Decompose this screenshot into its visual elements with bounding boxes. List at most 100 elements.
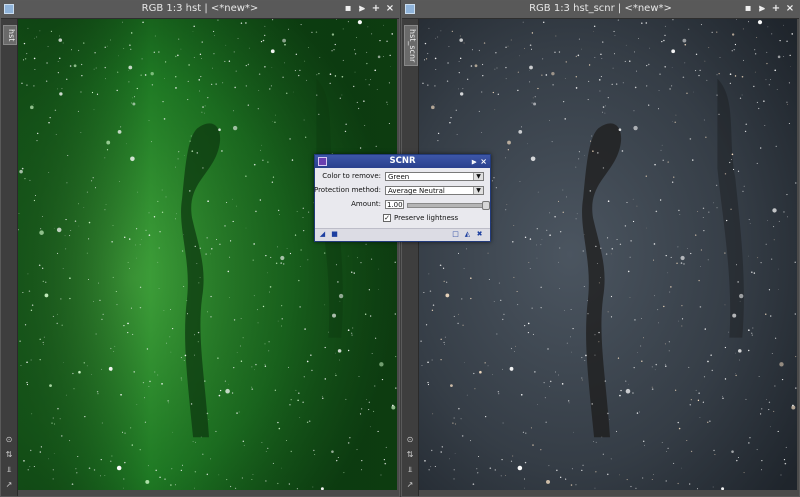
- star: [365, 79, 367, 81]
- star: [376, 89, 378, 90]
- stf-icon[interactable]: ↗: [4, 480, 14, 490]
- maximize-button[interactable]: +: [770, 2, 782, 16]
- star: [524, 236, 527, 238]
- star: [559, 476, 562, 479]
- star: [194, 471, 197, 473]
- star: [45, 80, 48, 82]
- browse-documentation-icon[interactable]: □: [452, 231, 459, 238]
- image-canvas-green[interactable]: [18, 19, 397, 490]
- star: [591, 403, 593, 405]
- star: [270, 85, 272, 87]
- star: [613, 30, 615, 33]
- star: [154, 371, 156, 373]
- star: [444, 336, 446, 338]
- swap-icon[interactable]: ⇅: [405, 450, 415, 460]
- star: [145, 479, 150, 484]
- amount-slider[interactable]: [407, 201, 490, 210]
- star: [243, 444, 245, 446]
- star: [614, 35, 616, 36]
- star: [39, 451, 41, 453]
- star: [462, 88, 464, 90]
- star: [58, 35, 60, 37]
- star: [199, 247, 201, 249]
- dialog-titlebar[interactable]: SCNR ⫸ ×: [315, 155, 490, 168]
- mask-icon[interactable]: ⊙: [4, 435, 14, 445]
- star: [40, 446, 42, 448]
- star: [434, 466, 436, 467]
- star: [135, 244, 136, 246]
- star: [716, 74, 718, 76]
- stf-icon[interactable]: ↗: [405, 480, 415, 490]
- star: [124, 236, 126, 238]
- star: [94, 52, 96, 54]
- minimize-button[interactable]: ⫸: [356, 2, 368, 16]
- shade-button[interactable]: ▪: [742, 2, 754, 16]
- star: [630, 240, 632, 242]
- star: [769, 426, 771, 428]
- scnr-dialog[interactable]: SCNR ⫸ × Color to remove: Green ▼ Protec…: [314, 154, 491, 242]
- star: [528, 262, 530, 263]
- star: [602, 41, 604, 43]
- star: [578, 158, 580, 160]
- zoom-icon[interactable]: ⫫: [405, 465, 415, 475]
- star: [447, 62, 449, 64]
- star: [783, 211, 785, 213]
- star: [598, 331, 600, 334]
- mask-icon[interactable]: ⊙: [405, 435, 415, 445]
- amount-input[interactable]: 1.00: [385, 200, 404, 209]
- color-to-remove-select[interactable]: Green ▼: [385, 172, 484, 181]
- shade-button[interactable]: ▪: [342, 2, 354, 16]
- nebula-image-neutral: [419, 19, 797, 490]
- star: [347, 329, 350, 331]
- star: [730, 159, 732, 160]
- star: [229, 256, 231, 258]
- zoom-icon[interactable]: ⫫: [4, 465, 14, 475]
- minimize-button[interactable]: ⫸: [756, 2, 768, 16]
- protection-method-select[interactable]: Average Neutral ▼: [385, 186, 484, 195]
- star: [222, 82, 224, 84]
- star: [224, 60, 226, 63]
- reset-icon[interactable]: ◭: [464, 231, 471, 238]
- star: [297, 399, 299, 402]
- preserve-lightness-checkbox[interactable]: ✓: [383, 214, 391, 222]
- image-tab-hst[interactable]: hst: [3, 25, 17, 46]
- preview-icon[interactable]: ✖: [476, 231, 483, 238]
- star: [565, 61, 567, 63]
- star: [170, 484, 172, 486]
- star: [531, 32, 534, 34]
- shade-icon[interactable]: ⫸: [472, 155, 477, 168]
- close-button[interactable]: ×: [384, 2, 396, 16]
- star: [593, 25, 596, 27]
- star: [510, 347, 513, 350]
- maximize-button[interactable]: +: [370, 2, 382, 16]
- window-titlebar[interactable]: RGB 1:3 hst | <*new*> ▪ ⫸ + ×: [1, 1, 399, 19]
- star: [626, 478, 628, 481]
- star: [277, 209, 280, 212]
- swap-icon[interactable]: ⇅: [4, 450, 14, 460]
- star: [473, 372, 475, 375]
- image-window-hst[interactable]: RGB 1:3 hst | <*new*> ▪ ⫸ + × hst ⊙ ⇅ ⫫ …: [0, 0, 400, 497]
- image-canvas-neutral[interactable]: [419, 19, 797, 490]
- star: [335, 374, 337, 377]
- star: [122, 21, 123, 23]
- close-button[interactable]: ×: [784, 2, 796, 16]
- star: [607, 237, 609, 239]
- star: [36, 36, 38, 38]
- star: [485, 416, 487, 418]
- star: [245, 65, 247, 67]
- new-instance-icon[interactable]: ◢: [319, 231, 326, 238]
- star: [784, 462, 787, 465]
- star: [471, 49, 473, 51]
- window-titlebar[interactable]: RGB 1:3 hst_scnr | <*new*> ▪ ⫸ + ×: [402, 1, 799, 19]
- close-icon[interactable]: ×: [480, 155, 487, 168]
- image-window-hst-scnr[interactable]: RGB 1:3 hst_scnr | <*new*> ▪ ⫸ + × hst_s…: [401, 0, 800, 497]
- star: [488, 278, 490, 280]
- star: [206, 237, 208, 239]
- star: [23, 59, 25, 61]
- star: [304, 60, 306, 62]
- apply-global-icon[interactable]: ■: [331, 231, 338, 238]
- star: [375, 337, 377, 339]
- amount-slider-handle[interactable]: [482, 201, 490, 210]
- image-tab-hst-scnr[interactable]: hst_scnr: [404, 25, 418, 67]
- star: [356, 449, 358, 451]
